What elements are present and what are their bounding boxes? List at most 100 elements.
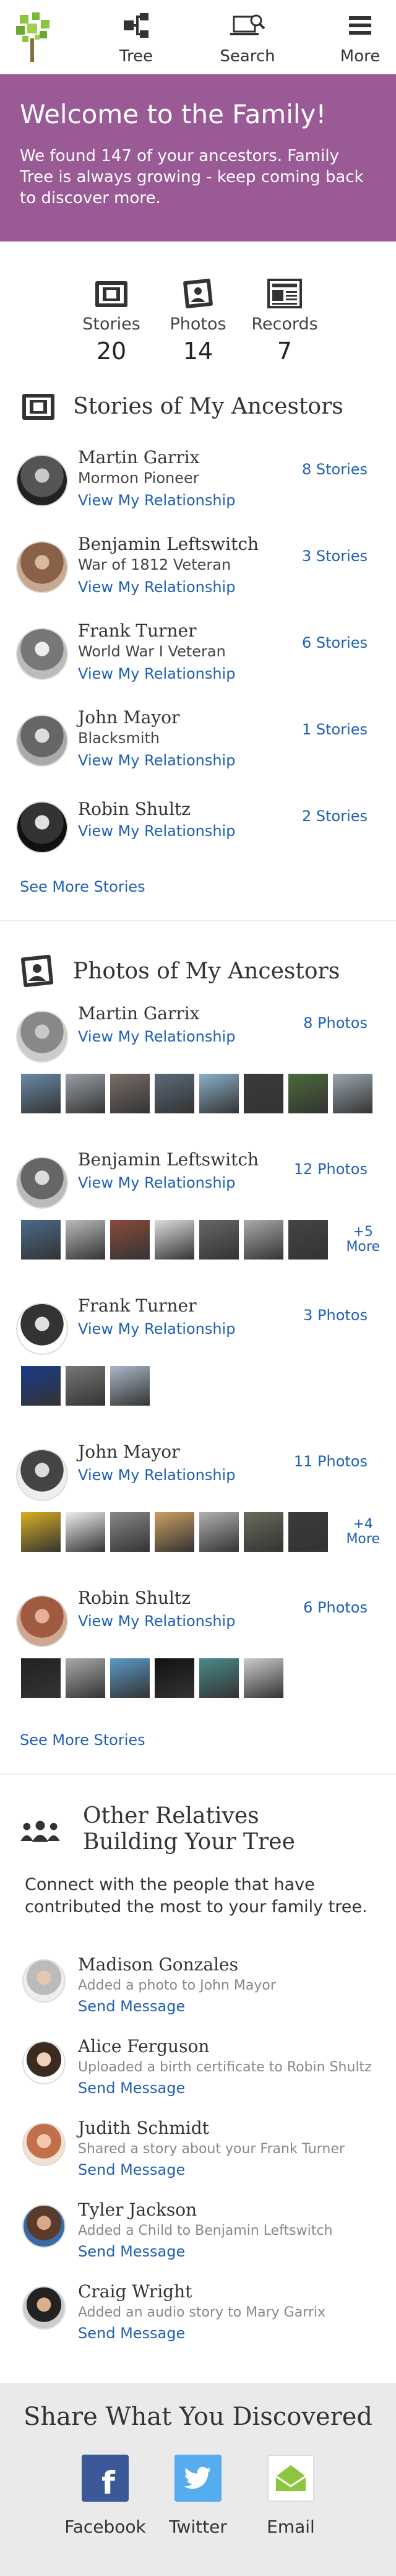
photo-thumbnail[interactable] — [288, 1074, 328, 1113]
view-relationship-link[interactable]: View My Relationship — [78, 492, 235, 509]
photo-thumbnail[interactable] — [66, 1074, 105, 1113]
more-photos-link[interactable]: +5 More — [346, 1225, 380, 1255]
share-email-button[interactable]: Email — [244, 2455, 337, 2537]
relative-item[interactable]: Tyler Jackson Added a Child to Benjamin … — [0, 2195, 396, 2276]
relatives-intro: Connect with the people that have contri… — [25, 1875, 368, 1917]
view-relationship-link[interactable]: View My Relationship — [78, 752, 235, 769]
relative-item[interactable]: Madison Gonzales Added a photo to John M… — [0, 1949, 396, 2031]
nav-tree[interactable]: Tree — [105, 9, 167, 66]
photo-ancestor-row[interactable]: Benjamin Leftswitch View My Relationship 1… — [0, 1147, 396, 1215]
photo-thumbnail[interactable] — [110, 1512, 150, 1552]
photo-ancestor-row[interactable]: Martin Garrix View My Relationship 8 Photo… — [0, 1001, 396, 1069]
photo-count-link[interactable]: 8 Photos — [303, 1014, 368, 1032]
story-count-link[interactable]: 6 Stories — [302, 634, 368, 651]
story-item[interactable]: Robin Shultz View My Relationship 2 Stor… — [0, 785, 396, 872]
records-icon — [241, 272, 328, 310]
view-relationship-link[interactable]: View My Relationship — [78, 822, 235, 840]
search-icon — [229, 9, 266, 42]
photo-thumbnail[interactable] — [21, 1658, 61, 1698]
photo-group: Robin Shultz View My Relationship 6 Photos — [0, 1585, 396, 1703]
stat-records[interactable]: Records 7 — [241, 272, 328, 365]
stat-count: 20 — [96, 337, 127, 365]
photo-thumbnail[interactable] — [66, 1366, 105, 1406]
photo-group: Benjamin Leftswitch View My Relationship 1… — [0, 1147, 396, 1264]
share-facebook-button[interactable]: f Facebook — [59, 2455, 152, 2537]
see-more-photos-link[interactable]: See More Stories — [0, 1731, 396, 1749]
send-message-link[interactable]: Send Message — [78, 2161, 185, 2178]
story-item[interactable]: Benjamin Leftswitch War of 1812 Veteran … — [0, 525, 396, 612]
send-message-link[interactable]: Send Message — [78, 1998, 185, 2015]
story-item[interactable]: Martin Garrix Mormon Pioneer View My Rel… — [0, 438, 396, 525]
top-nav: Tree Search More — [0, 0, 396, 74]
share-twitter-button[interactable]: Twitter — [152, 2455, 244, 2537]
relatives-section-header: Other Relatives Building Your Tree — [0, 1803, 396, 1855]
photo-ancestor-row[interactable]: Frank Turner View My Relationship 3 Photos — [0, 1293, 396, 1361]
see-more-stories-link[interactable]: See More Stories — [0, 878, 396, 895]
photo-ancestor-row[interactable]: Robin Shultz View My Relationship 6 Photos — [0, 1585, 396, 1653]
relative-name: Madison Gonzales — [78, 1954, 238, 1975]
photo-thumbnail[interactable] — [66, 1220, 105, 1260]
photo-thumbnails: +4 More — [21, 1507, 396, 1557]
photo-thumbnails: +5 More — [21, 1215, 396, 1264]
nav-search[interactable]: Search — [217, 9, 278, 66]
photo-thumbnail[interactable] — [66, 1512, 105, 1552]
view-relationship-link[interactable]: View My Relationship — [78, 1028, 235, 1045]
stat-stories[interactable]: Stories 20 — [68, 272, 155, 365]
photo-thumbnail[interactable] — [288, 1220, 328, 1260]
photo-thumbnail[interactable] — [110, 1220, 150, 1260]
photo-thumbnail[interactable] — [199, 1074, 239, 1113]
stat-photos[interactable]: Photos 14 — [155, 272, 241, 365]
relative-item[interactable]: Craig Wright Added an audio story to Mar… — [0, 2276, 396, 2358]
story-count-link[interactable]: 8 Stories — [302, 461, 368, 478]
view-relationship-link[interactable]: View My Relationship — [78, 1174, 235, 1191]
stat-count: 7 — [277, 337, 293, 365]
photo-thumbnail[interactable] — [110, 1074, 150, 1113]
view-relationship-link[interactable]: View My Relationship — [78, 1320, 235, 1338]
story-item[interactable]: John Mayor Blacksmith View My Relationsh… — [0, 698, 396, 785]
photo-thumbnail[interactable] — [288, 1512, 328, 1552]
photo-count-link[interactable]: 11 Photos — [294, 1453, 368, 1470]
photo-thumbnail[interactable] — [155, 1658, 194, 1698]
view-relationship-link[interactable]: View My Relationship — [78, 1612, 235, 1630]
nav-search-label: Search — [220, 47, 275, 66]
familysearch-logo-icon[interactable] — [14, 11, 52, 63]
photo-count-link[interactable]: 12 Photos — [294, 1160, 368, 1178]
photo-thumbnail[interactable] — [333, 1074, 372, 1113]
photo-ancestor-row[interactable]: John Mayor View My Relationship 11 Photos — [0, 1439, 396, 1507]
relative-item[interactable]: Judith Schmidt Shared a story about your… — [0, 2113, 396, 2195]
photo-thumbnail[interactable] — [199, 1220, 239, 1260]
photo-count-link[interactable]: 3 Photos — [303, 1307, 368, 1324]
photo-thumbnail[interactable] — [110, 1366, 150, 1406]
photo-thumbnail[interactable] — [21, 1074, 61, 1113]
view-relationship-link[interactable]: View My Relationship — [78, 578, 235, 596]
story-count-link[interactable]: 3 Stories — [302, 547, 368, 565]
photo-thumbnail[interactable] — [155, 1074, 194, 1113]
photo-thumbnail[interactable] — [244, 1658, 283, 1698]
photo-thumbnail[interactable] — [21, 1220, 61, 1260]
photo-thumbnail[interactable] — [21, 1366, 61, 1406]
nav-more-label: More — [340, 47, 381, 66]
ancestor-subtitle: Mormon Pioneer — [78, 469, 199, 487]
view-relationship-link[interactable]: View My Relationship — [78, 1466, 235, 1484]
story-item[interactable]: Frank Turner World War I Veteran View My… — [0, 612, 396, 698]
photo-thumbnail[interactable] — [244, 1220, 283, 1260]
photo-thumbnail[interactable] — [21, 1512, 61, 1552]
photo-thumbnail[interactable] — [244, 1074, 283, 1113]
photo-thumbnail[interactable] — [155, 1220, 194, 1260]
send-message-link[interactable]: Send Message — [78, 2325, 185, 2342]
relative-item[interactable]: Alice Ferguson Uploaded a birth certific… — [0, 2031, 396, 2113]
photo-thumbnail[interactable] — [66, 1658, 105, 1698]
photo-thumbnail[interactable] — [199, 1512, 239, 1552]
send-message-link[interactable]: Send Message — [78, 2079, 185, 2097]
view-relationship-link[interactable]: View My Relationship — [78, 665, 235, 682]
photo-thumbnail[interactable] — [244, 1512, 283, 1552]
more-photos-link[interactable]: +4 More — [346, 1517, 380, 1547]
photo-thumbnail[interactable] — [110, 1658, 150, 1698]
photo-count-link[interactable]: 6 Photos — [303, 1599, 368, 1616]
photo-thumbnail[interactable] — [155, 1512, 194, 1552]
photo-thumbnail[interactable] — [199, 1658, 239, 1698]
story-count-link[interactable]: 1 Stories — [302, 721, 368, 738]
send-message-link[interactable]: Send Message — [78, 2243, 185, 2260]
story-count-link[interactable]: 2 Stories — [302, 807, 368, 825]
nav-more[interactable]: More — [329, 9, 391, 66]
